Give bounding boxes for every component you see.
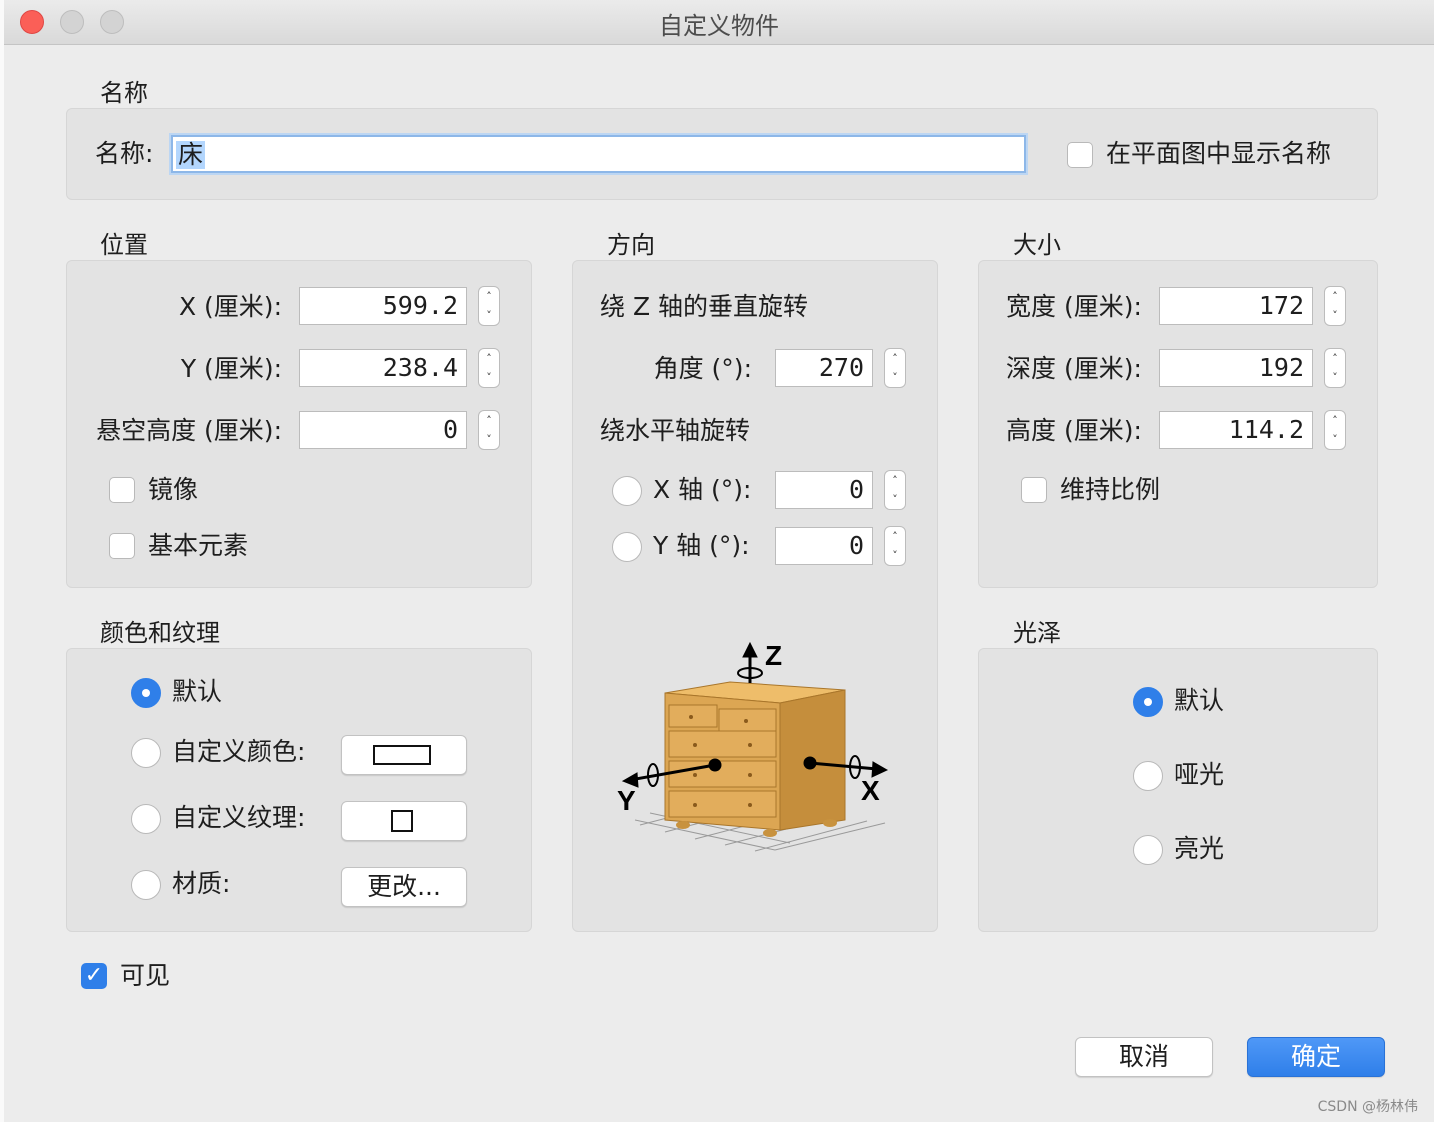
show-name-in-plan-label: 在平面图中显示名称 — [1106, 139, 1332, 168]
x-input[interactable]: 599.2 — [299, 287, 467, 325]
texture-swatch — [391, 810, 413, 832]
angle-input[interactable]: 270 — [775, 349, 873, 387]
default-color-label: 默认 — [172, 677, 223, 706]
material-radio[interactable] — [131, 870, 161, 900]
show-name-in-plan-checkbox[interactable] — [1067, 142, 1093, 168]
name-input[interactable]: 床 — [171, 135, 1026, 173]
visible-label: 可见 — [120, 961, 171, 990]
elevation-label: 悬空高度 (厘米): — [96, 416, 282, 445]
default-shininess-label: 默认 — [1174, 686, 1225, 715]
material-label: 材质: — [172, 869, 231, 898]
matte-radio[interactable] — [1133, 761, 1163, 791]
y-stepper[interactable]: ˄ ˅ — [478, 348, 500, 388]
default-shininess-radio[interactable] — [1133, 687, 1163, 717]
color-swatch — [373, 745, 431, 765]
horizontal-rotation-label: 绕水平轴旋转 — [600, 416, 751, 445]
window-title: 自定义物件 — [659, 12, 779, 40]
keep-ratio-checkbox[interactable] — [1021, 477, 1047, 503]
y-input[interactable]: 238.4 — [299, 349, 467, 387]
depth-input[interactable]: 192 — [1159, 349, 1313, 387]
depth-label: 深度 (厘米): — [1006, 354, 1142, 383]
x-label: X (厘米): — [178, 292, 282, 321]
default-color-radio[interactable] — [131, 678, 161, 708]
y-axis-stepper[interactable]: ˄ ˅ — [884, 526, 906, 566]
y-axis-label: Y 轴 (°): — [653, 531, 750, 560]
mirror-checkbox[interactable] — [109, 477, 135, 503]
height-stepper[interactable]: ˄ ˅ — [1324, 410, 1346, 450]
x-axis-label: X 轴 (°): — [653, 475, 752, 504]
color-texture-section-title: 颜色和纹理 — [100, 619, 220, 647]
title-bar: 自定义物件 — [4, 0, 1434, 45]
width-stepper[interactable]: ˄ ˅ — [1324, 286, 1346, 326]
z-axis-label: Z — [765, 640, 782, 671]
y-label: Y (厘米): — [180, 354, 282, 383]
basic-element-label: 基本元素 — [148, 531, 249, 560]
visible-checkbox[interactable]: ✓ — [81, 963, 107, 989]
height-label: 高度 (厘米): — [1006, 416, 1142, 445]
custom-texture-button[interactable] — [341, 801, 467, 841]
keep-ratio-label: 维持比例 — [1060, 475, 1161, 504]
matte-label: 哑光 — [1174, 760, 1225, 789]
width-input[interactable]: 172 — [1159, 287, 1313, 325]
position-section-title: 位置 — [100, 231, 148, 259]
y-axis-input[interactable]: 0 — [775, 527, 873, 565]
glossy-radio[interactable] — [1133, 835, 1163, 865]
glossy-label: 亮光 — [1174, 834, 1225, 863]
shininess-section-title: 光泽 — [1013, 619, 1061, 647]
orientation-section-title: 方向 — [607, 231, 655, 259]
elevation-stepper[interactable]: ˄ ˅ — [478, 410, 500, 450]
cancel-button[interactable]: 取消 — [1075, 1037, 1213, 1077]
name-label: 名称: — [95, 139, 154, 168]
depth-stepper[interactable]: ˄ ˅ — [1324, 348, 1346, 388]
name-section-title: 名称 — [100, 79, 148, 107]
angle-stepper[interactable]: ˄ ˅ — [884, 348, 906, 388]
custom-texture-label: 自定义纹理: — [172, 803, 306, 832]
x-axis-input[interactable]: 0 — [775, 471, 873, 509]
ok-button[interactable]: 确定 — [1247, 1037, 1385, 1077]
dresser-orientation-illustration: Z X Y — [617, 640, 889, 852]
x-axis-radio[interactable] — [612, 476, 642, 506]
elevation-input[interactable]: 0 — [299, 411, 467, 449]
size-section-title: 大小 — [1013, 231, 1061, 259]
y-axis-letter: Y — [617, 785, 636, 816]
x-axis-letter: X — [861, 775, 880, 806]
custom-texture-radio[interactable] — [131, 804, 161, 834]
x-stepper[interactable]: ˄ ˅ — [478, 286, 500, 326]
custom-color-label: 自定义颜色: — [172, 737, 306, 766]
window-edge — [0, 0, 4, 1122]
custom-color-button[interactable] — [341, 735, 467, 775]
x-axis-stepper[interactable]: ˄ ˅ — [884, 470, 906, 510]
custom-color-radio[interactable] — [131, 738, 161, 768]
change-material-button[interactable]: 更改... — [341, 867, 467, 907]
watermark: CSDN @杨林伟 — [1317, 1099, 1418, 1115]
angle-label: 角度 (°): — [653, 354, 752, 383]
vertical-rotation-label: 绕 Z 轴的垂直旋转 — [600, 292, 809, 321]
name-input-value: 床 — [176, 140, 206, 169]
mirror-label: 镜像 — [148, 475, 199, 504]
width-label: 宽度 (厘米): — [1006, 292, 1142, 321]
y-axis-radio[interactable] — [612, 532, 642, 562]
height-input[interactable]: 114.2 — [1159, 411, 1313, 449]
basic-element-checkbox[interactable] — [109, 533, 135, 559]
